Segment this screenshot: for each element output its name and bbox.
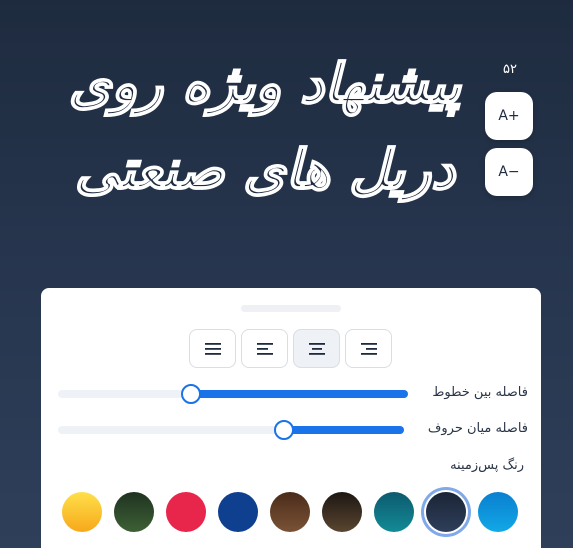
- preview-line-1: پیشنهاد ویژه روی: [68, 50, 462, 116]
- color-swatch-5[interactable]: [270, 492, 310, 532]
- letter-spacing-fill: [286, 426, 404, 434]
- color-swatch-7[interactable]: [374, 492, 414, 532]
- increase-font-button[interactable]: A+: [485, 92, 533, 140]
- drag-handle[interactable]: [241, 305, 341, 312]
- color-swatch-3[interactable]: [166, 492, 206, 532]
- color-swatch-8[interactable]: [426, 492, 466, 532]
- align-left-button[interactable]: [241, 329, 288, 368]
- align-left-icon: [256, 342, 273, 355]
- align-justify-icon: [204, 342, 221, 355]
- line-spacing-slider[interactable]: [58, 384, 408, 404]
- align-center-icon: [308, 342, 325, 355]
- color-swatch-6[interactable]: [322, 492, 362, 532]
- line-spacing-row: فاصله بین خطوط: [58, 383, 528, 407]
- letter-spacing-thumb[interactable]: [274, 420, 294, 440]
- align-justify-button[interactable]: [189, 329, 236, 368]
- letter-spacing-row: فاصله میان حروف: [58, 419, 528, 443]
- preview-line-2: دریل های صنعتی: [74, 136, 456, 202]
- color-swatch-2[interactable]: [114, 492, 154, 532]
- line-spacing-fill: [191, 390, 408, 398]
- align-right-button[interactable]: [345, 329, 392, 368]
- decrease-font-button[interactable]: A−: [485, 148, 533, 196]
- background-swatches: [62, 492, 518, 532]
- color-swatch-9[interactable]: [478, 492, 518, 532]
- font-size-value: ۵۲: [503, 62, 517, 77]
- color-swatch-1[interactable]: [62, 492, 102, 532]
- background-color-label: رنگ پس‌زمینه: [450, 458, 524, 473]
- color-swatch-4[interactable]: [218, 492, 258, 532]
- align-center-button[interactable]: [293, 329, 340, 368]
- line-spacing-thumb[interactable]: [181, 384, 201, 404]
- text-preview: پیشنهاد ویژه روی دریل های صنعتی: [60, 40, 470, 240]
- settings-panel: فاصله بین خطوط فاصله میان حروف رنگ پس‌زم…: [41, 288, 541, 548]
- line-spacing-label: فاصله بین خطوط: [432, 385, 528, 400]
- align-right-icon: [360, 342, 377, 355]
- letter-spacing-slider[interactable]: [58, 420, 404, 440]
- letter-spacing-label: فاصله میان حروف: [427, 421, 528, 436]
- alignment-group: [189, 329, 392, 368]
